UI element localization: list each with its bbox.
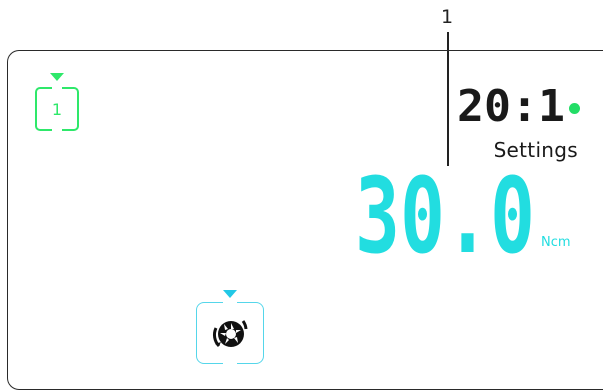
program-selector-marker-icon xyxy=(50,73,64,81)
settings-label: Settings xyxy=(493,138,578,162)
rotation-mode-button[interactable] xyxy=(196,300,264,366)
rotation-direction-icon xyxy=(212,320,248,348)
torque-unit: Ncm xyxy=(541,235,571,250)
callout-number: 1 xyxy=(441,6,454,28)
program-button[interactable]: 1 xyxy=(35,86,79,132)
status-indicator-dot xyxy=(569,103,580,114)
gear-ratio-display: 20:1 xyxy=(457,82,565,124)
gear-ratio-text: 20:1 xyxy=(457,82,565,124)
program-number: 1 xyxy=(51,99,63,119)
mode-selector-marker-icon xyxy=(223,290,237,298)
torque-display: 30.0 xyxy=(355,170,535,254)
torque-value: 30.0 xyxy=(355,170,535,254)
